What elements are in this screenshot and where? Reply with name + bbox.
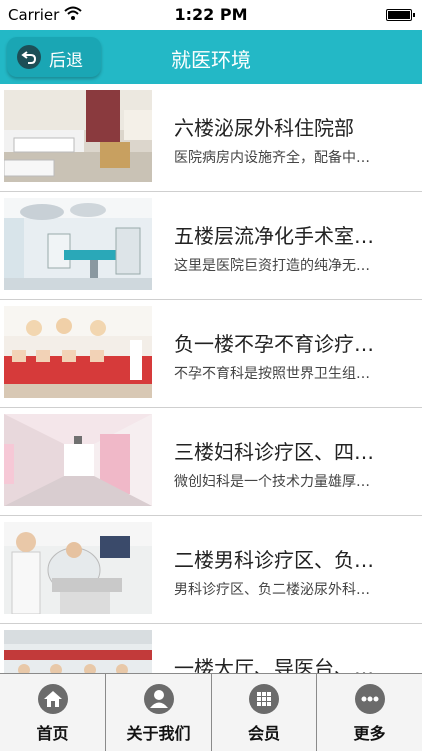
tab-about-label: 关于我们 <box>126 724 191 743</box>
item-title: 六楼泌尿外科住院部 <box>174 116 354 140</box>
more-icon <box>354 684 385 714</box>
item-desc: 不孕不育科是按照世界卫生组… <box>174 366 370 382</box>
ward-photo <box>4 90 152 182</box>
clinic-waiting-photo <box>4 306 152 398</box>
page-title: 就医环境 <box>171 48 251 72</box>
tab-bar: 首页 关于我们 会员 更多 <box>0 673 422 751</box>
item-title: 负一楼不孕不育诊疗… <box>174 332 374 356</box>
status-bar: Carrier 1:22 PM <box>0 0 422 30</box>
list-item[interactable]: 三楼妇科诊疗区、四… 微创妇科是一个技术力量雄厚… <box>0 408 422 516</box>
grid-icon <box>249 684 279 714</box>
lobby-photo <box>4 630 152 673</box>
item-title: 二楼男科诊疗区、负… <box>174 548 374 572</box>
tab-more[interactable]: 更多 <box>317 674 422 751</box>
list-item[interactable]: 一楼大厅、导医台、… <box>0 624 422 673</box>
tab-member-label: 会员 <box>247 724 280 743</box>
list-item[interactable]: 负一楼不孕不育诊疗… 不孕不育科是按照世界卫生组… <box>0 300 422 408</box>
treatment-room-photo <box>4 522 152 614</box>
item-desc: 这里是医院巨资打造的纯净无… <box>174 258 370 274</box>
home-icon <box>37 684 68 714</box>
item-desc: 男科诊疗区、负二楼泌尿外科… <box>174 582 370 598</box>
item-title: 一楼大厅、导医台、… <box>174 656 374 673</box>
battery-icon <box>386 9 415 21</box>
tab-member[interactable]: 会员 <box>212 674 317 751</box>
operating-room-photo <box>4 198 152 290</box>
tab-more-label: 更多 <box>353 724 386 743</box>
tab-home-label: 首页 <box>36 724 69 743</box>
tab-home[interactable]: 首页 <box>0 674 106 751</box>
list-item[interactable]: 五楼层流净化手术室… 这里是医院巨资打造的纯净无… <box>0 192 422 300</box>
nav-bar: 后退 就医环境 <box>0 30 422 84</box>
environment-list: 六楼泌尿外科住院部 医院病房内设施齐全，配备中… 五楼层流净化手术室… 这里是医… <box>0 84 422 673</box>
list-item[interactable]: 六楼泌尿外科住院部 医院病房内设施齐全，配备中… <box>0 84 422 192</box>
item-desc: 微创妇科是一个技术力量雄厚… <box>174 474 370 490</box>
user-icon <box>143 684 174 714</box>
item-desc: 医院病房内设施齐全，配备中… <box>174 150 370 166</box>
clock: 1:22 PM <box>174 5 248 24</box>
list-item[interactable]: 二楼男科诊疗区、负… 男科诊疗区、负二楼泌尿外科… <box>0 516 422 624</box>
item-title: 五楼层流净化手术室… <box>174 224 374 248</box>
item-title: 三楼妇科诊疗区、四… <box>174 440 374 464</box>
corridor-photo <box>4 414 152 506</box>
tab-about[interactable]: 关于我们 <box>106 674 212 751</box>
